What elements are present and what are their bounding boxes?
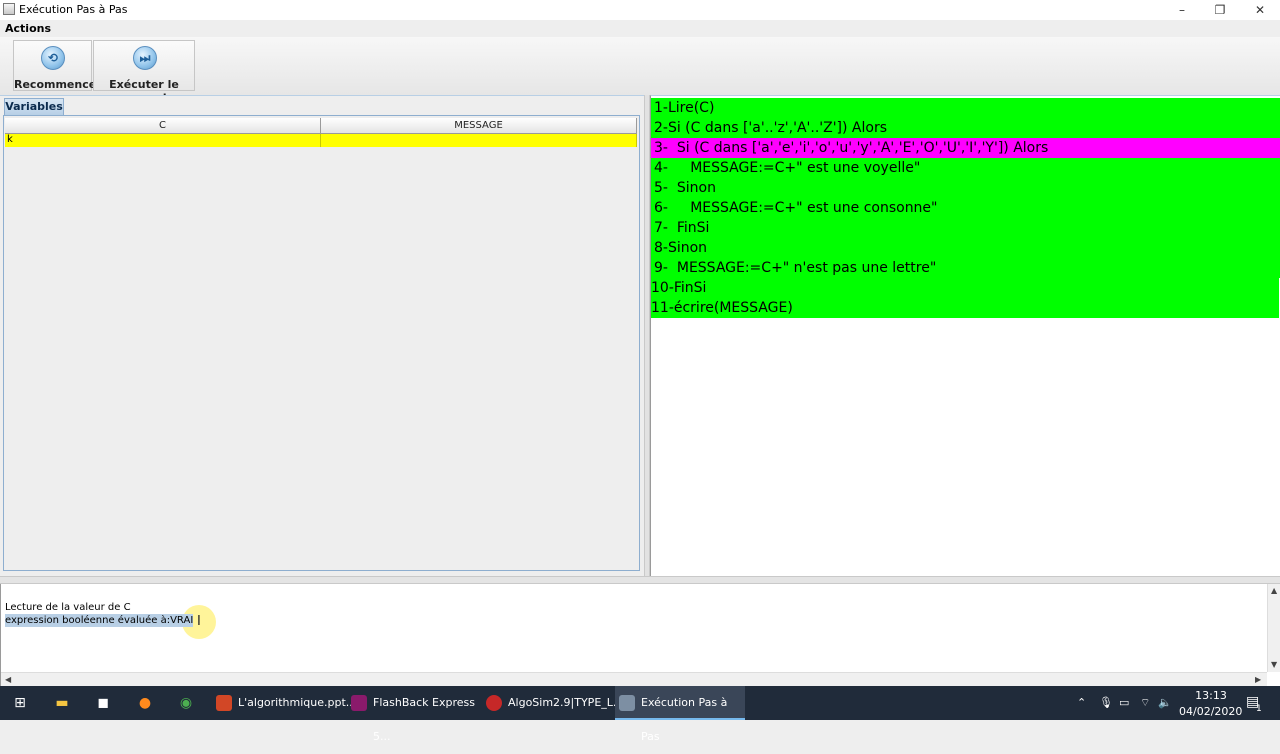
taskbar-app-label: AlgoSim2.9|TYPE_L... [508,696,624,709]
console-line: Lecture de la valeur de C [5,602,131,613]
scroll-up-icon[interactable]: ▲ [1271,586,1277,595]
close-button[interactable]: ✕ [1240,0,1280,20]
wifi-icon[interactable]: ⌔ [1140,696,1150,710]
java-icon [619,695,635,711]
code-line[interactable]: 11-écrire(MESSAGE) [651,298,1279,318]
clock-date[interactable]: 04/02/2020 [1179,705,1242,718]
minimize-button[interactable]: – [1162,0,1202,20]
clock-time[interactable]: 13:13 [1183,689,1239,702]
code-line[interactable]: 2-Si (C dans ['a'..'z','A'..'Z']) Alors [651,118,1280,138]
java-app-icon [3,3,15,15]
restore-button[interactable]: ❐ [1200,0,1240,20]
title-bar: Exécution Pas à Pas – ❐ ✕ [0,0,1280,20]
scroll-down-icon[interactable]: ▼ [1271,660,1277,669]
menu-actions[interactable]: Actions [5,22,51,35]
table-cell-c[interactable]: k [5,134,321,147]
table-cell-message[interactable] [321,134,637,147]
volume-icon[interactable]: 🔈 [1158,696,1172,709]
code-line[interactable]: 10-FinSi [651,278,1279,298]
tab-variables[interactable]: Variables [4,98,64,115]
step-forward-icon: ⏭ [133,46,157,70]
chrome-icon[interactable]: ◉ [175,692,197,714]
taskbar-app-execution[interactable]: Exécution Pas à Pas [615,686,745,743]
firefox-icon[interactable]: ● [134,692,156,714]
toolbar: ⟲ Recommencer ⏭ Exécuter le courant [0,37,1280,104]
refresh-icon: ⟲ [41,46,65,70]
restart-label: Recommencer [14,78,102,91]
intellij-icon[interactable]: ◼ [92,692,114,714]
column-header-c[interactable]: C [5,118,321,134]
scroll-right-icon[interactable]: ▶ [1255,675,1261,684]
code-line[interactable]: 8-Sinon [651,238,1280,258]
code-line[interactable]: 9- MESSAGE:=C+" n'est pas une lettre" [651,258,1280,278]
tray-chevron-icon[interactable]: ⌃ [1077,696,1086,709]
notification-count: 1 [1256,704,1262,714]
taskbar-app-label: L'algorithmique.ppt... [238,696,357,709]
flashback-icon [351,695,367,711]
console-line-selected: expression booléenne évaluée à:VRAI [5,614,194,627]
algosim-icon [486,695,502,711]
code-panel: 1-Lire(C) 2-Si (C dans ['a'..'z','A'..'Z'… [650,95,1280,576]
text-cursor-icon: I [197,614,201,629]
taskbar-app-powerpoint[interactable]: L'algorithmique.ppt... [212,686,356,720]
console-vertical-scrollbar[interactable]: ▲ ▼ [1267,584,1280,672]
run-current-button[interactable]: ⏭ Exécuter le courant [93,40,195,104]
code-line-current[interactable]: 3- Si (C dans ['a','e','i','o','u','y','… [651,138,1280,158]
code-line[interactable]: 7- FinSi [651,218,1280,238]
scroll-left-icon[interactable]: ◀ [5,675,11,684]
window-title: Exécution Pas à Pas [19,3,128,16]
code-line[interactable]: 4- MESSAGE:=C+" est une voyelle" [651,158,1280,178]
taskbar-app-flashback[interactable]: FlashBack Express 5... [347,686,477,743]
menu-bar: Actions [0,20,1280,37]
code-line[interactable]: 6- MESSAGE:=C+" est une consonne" [651,198,1280,218]
windows-start-icon[interactable]: ⊞ [9,692,31,714]
variables-panel: Variables C MESSAGE k [0,95,644,576]
powerpoint-icon [216,695,232,711]
column-header-message[interactable]: MESSAGE [321,118,637,134]
console-output[interactable]: Lecture de la valeur de C expression boo… [0,584,1280,686]
restart-button[interactable]: ⟲ Recommencer [13,40,102,91]
battery-icon[interactable]: ▭ [1119,696,1129,709]
taskbar-app-algosim[interactable]: AlgoSim2.9|TYPE_L... [482,686,623,720]
taskbar: ⊞ ▬ ◼ ● ◉ L'algorithmique.ppt... FlashBa… [0,686,1280,743]
console-horizontal-scrollbar[interactable]: ◀ ▶ [1,672,1267,686]
variables-table: C MESSAGE k [3,115,640,571]
horizontal-split-divider[interactable] [0,576,1280,584]
microphone-icon[interactable]: 🎙 [1099,696,1113,709]
code-line[interactable]: 1-Lire(C) [651,98,1280,118]
code-line[interactable]: 5- Sinon [651,178,1280,198]
file-explorer-icon[interactable]: ▬ [51,692,73,714]
